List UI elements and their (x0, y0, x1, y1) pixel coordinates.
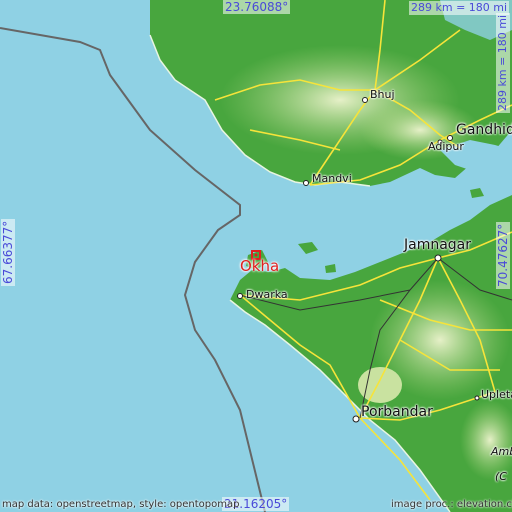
scale-vertical: 289 km = 180 mi (496, 12, 510, 113)
okha-label[interactable]: Okha (240, 257, 279, 275)
bhuj-label: Bhuj (370, 88, 395, 101)
c-label: (C (495, 470, 507, 483)
jamnagar-label: Jamnagar (404, 237, 472, 253)
mandvi-label: Mandvi (312, 172, 352, 185)
bhuj-marker (362, 97, 368, 103)
attribution-left: map data: openstreetmap, style: opentopo… (2, 499, 240, 510)
upleta-label: Upleta (481, 388, 512, 401)
upleta-marker (474, 395, 480, 401)
amb-label: Amb (491, 445, 512, 458)
coord-left: 67.66377° (1, 218, 15, 286)
porbandar-marker (352, 415, 360, 423)
gandhidham-label: Gandhidh (456, 122, 512, 138)
coord-top: 23.76088° (223, 0, 291, 14)
attribution-right: image proc.: elevation.city (391, 499, 512, 510)
adipur-label: Adipur (428, 140, 464, 153)
porbandar-label: Porbandar (361, 404, 433, 420)
terrain-layer (0, 0, 512, 512)
coord-right: 70.47627° (496, 221, 510, 289)
mandvi-marker (303, 180, 309, 186)
dwarka-marker (237, 293, 243, 299)
jamnagar-marker (434, 254, 442, 262)
map-canvas[interactable]: 23.76088° 21.16205° 67.66377° 70.47627° … (0, 0, 512, 512)
scale-horizontal: 289 km = 180 mi (409, 1, 510, 15)
dwarka-label: Dwarka (246, 288, 288, 301)
